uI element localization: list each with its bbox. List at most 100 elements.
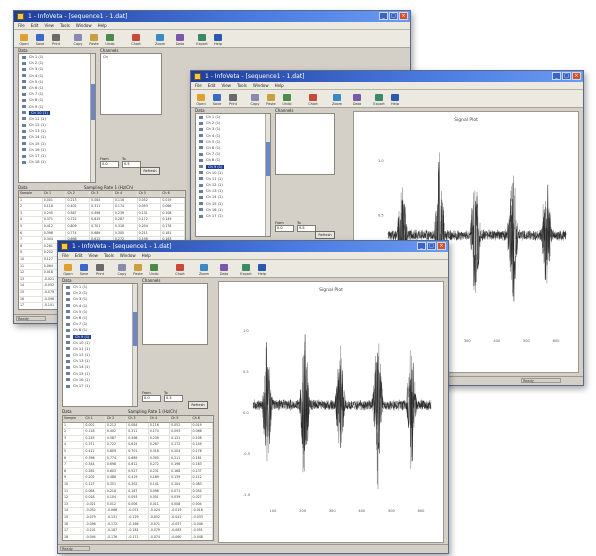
tree-item[interactable]: Ch 17 (1) <box>63 383 137 389</box>
minimize-button[interactable]: _ <box>417 242 426 250</box>
table-row[interactable]: 110.0640.2160.1870.0960.0710.054 <box>63 488 213 496</box>
table-row[interactable]: 120.0180.1040.0930.0510.0390.027 <box>63 495 213 502</box>
menu-help[interactable]: Help <box>98 22 107 29</box>
channel-tree[interactable]: Ch 1 (1) Ch 2 (1) Ch 3 (1) Ch 4 (1) Ch 5 (1)… <box>62 283 138 407</box>
table-row[interactable]: 17-0.101-0.187-0.181-0.079-0.063-0.051 <box>63 528 213 535</box>
toolbar-export-button[interactable]: Export <box>195 34 209 46</box>
signal-chart[interactable]: Signal Plot 1.0 0.5 0.0 -0.5 -1.0 100 200 300 40… <box>218 281 444 543</box>
column-header[interactable]: Ch 4 <box>114 191 138 197</box>
to-input[interactable]: 0.5 <box>122 161 141 168</box>
minimize-button[interactable]: _ <box>552 72 561 80</box>
column-header[interactable]: Sample <box>63 416 85 422</box>
toolbar-save-button[interactable]: Save <box>77 264 91 276</box>
tree-scrollbar[interactable] <box>265 114 270 236</box>
table-row[interactable]: 1 0.001 0.213 0.084 0.116 0.052 0.019 <box>63 422 213 430</box>
toolbar-undo-button[interactable]: Undo <box>280 94 294 106</box>
maximize-button[interactable]: □ <box>427 242 436 250</box>
menu-view[interactable]: View <box>221 82 231 89</box>
tree-scrollbar[interactable] <box>132 284 137 406</box>
menu-tools[interactable]: Tools <box>104 252 114 259</box>
channel-tree[interactable]: Ch 1 (1) Ch 2 (1) Ch 3 (1) Ch 4 (1) Ch 5 (1)… <box>195 113 271 237</box>
table-row[interactable]: 3 0.245 0.587 0.498 0.239 0.131 0.108 <box>19 210 185 218</box>
channels-list[interactable] <box>275 113 335 175</box>
title-bar[interactable]: 1 - InfoVeta - [sequence1 - 1.dat] _ □ × <box>14 11 410 22</box>
toolbar-chart-button[interactable]: Chart <box>125 34 147 46</box>
toolbar-zoom-button[interactable]: Zoom <box>149 34 171 46</box>
toolbar-paste-button[interactable]: Paste <box>264 94 278 106</box>
toolbar-zoom-button[interactable]: Zoom <box>326 94 348 106</box>
toolbar-print-button[interactable]: Print <box>226 94 240 106</box>
column-header[interactable]: Ch 4 <box>149 416 171 422</box>
menu-edit[interactable]: Edit <box>75 252 83 259</box>
menu-tools[interactable]: Tools <box>60 22 70 29</box>
maximize-button[interactable]: □ <box>562 72 571 80</box>
column-header[interactable]: Ch 2 <box>106 416 128 422</box>
toolbar-undo-button[interactable]: Undo <box>147 264 161 276</box>
menu-edit[interactable]: Edit <box>31 22 39 29</box>
to-input[interactable]: 0.5 <box>297 225 316 232</box>
column-header[interactable]: Ch 1 <box>84 416 106 422</box>
tree-scrollbar[interactable] <box>90 54 95 182</box>
table-row[interactable]: 4 0.371 0.722 0.615 0.287 0.172 0.149 <box>19 217 185 224</box>
toolbar-paste-button[interactable]: Paste <box>131 264 145 276</box>
table-row[interactable]: 100.1270.3510.3020.1410.1040.083 <box>63 481 213 489</box>
column-header[interactable]: Ch 5 <box>170 416 192 422</box>
toolbar-chart-button[interactable]: Chart <box>169 264 191 276</box>
menu-help[interactable]: Help <box>142 252 151 259</box>
toolbar-save-button[interactable]: Save <box>33 34 47 46</box>
to-input[interactable]: 0.5 <box>164 395 183 402</box>
menu-view[interactable]: View <box>44 22 54 29</box>
scroll-thumb[interactable] <box>91 84 95 120</box>
refresh-button[interactable]: Refresh <box>140 167 160 175</box>
toolbar-data-button[interactable]: Data <box>350 94 364 106</box>
table-row[interactable]: 4 0.371 0.722 0.615 0.287 0.172 0.149 <box>63 442 213 449</box>
table-row[interactable]: 1 0.001 0.213 0.084 0.116 0.052 0.019 <box>19 197 185 205</box>
toolbar-chart-button[interactable]: Chart <box>302 94 324 106</box>
menu-view[interactable]: View <box>88 252 98 259</box>
menu-file[interactable]: File <box>62 252 69 259</box>
menu-help[interactable]: Help <box>275 82 284 89</box>
toolbar-help-button[interactable]: Help <box>388 94 402 106</box>
from-input[interactable]: 0.0 <box>275 225 294 232</box>
toolbar-copy-button[interactable]: Copy <box>71 34 85 46</box>
tree-item[interactable]: Ch 17 (1) <box>196 213 270 219</box>
toolbar-export-button[interactable]: Export <box>239 264 253 276</box>
menu-window[interactable]: Window <box>120 252 136 259</box>
refresh-button[interactable]: Refresh <box>315 231 335 239</box>
column-header[interactable]: Sample <box>19 191 43 197</box>
title-bar[interactable]: 1 - InfoVeta - [sequence1 - 1.dat] _ □ × <box>191 71 583 82</box>
column-header[interactable]: Ch 3 <box>90 191 114 197</box>
toolbar-data-button[interactable]: Data <box>173 34 187 46</box>
tree-item[interactable]: Ch 18 (1) <box>19 159 95 165</box>
channels-list[interactable]: Ch <box>100 53 162 115</box>
table-row[interactable]: 5 0.412 0.809 0.701 0.318 0.204 0.176 <box>19 223 185 231</box>
minimize-button[interactable]: _ <box>379 12 388 20</box>
maximize-button[interactable]: □ <box>389 12 398 20</box>
toolbar-open-button[interactable]: Open <box>17 34 31 46</box>
menu-window[interactable]: Window <box>76 22 92 29</box>
close-button[interactable]: × <box>437 242 446 250</box>
table-row[interactable]: 16-0.096-0.172-0.166-0.071-0.057-0.046 <box>63 521 213 529</box>
menu-window[interactable]: Window <box>253 82 269 89</box>
column-header[interactable]: Ch 6 <box>161 191 185 197</box>
table-row[interactable]: 5 0.412 0.809 0.701 0.318 0.204 0.176 <box>63 448 213 456</box>
toolbar-data-button[interactable]: Data <box>217 264 231 276</box>
scroll-thumb[interactable] <box>266 142 270 176</box>
menu-file[interactable]: File <box>18 22 25 29</box>
toolbar-help-button[interactable]: Help <box>211 34 225 46</box>
toolbar-print-button[interactable]: Print <box>93 264 107 276</box>
from-input[interactable]: 0.0 <box>100 161 119 168</box>
table-row[interactable]: 15-0.079-0.131-0.129-0.052-0.041-0.033 <box>63 514 213 522</box>
column-header[interactable]: Ch 2 <box>66 191 91 197</box>
toolbar-zoom-button[interactable]: Zoom <box>193 264 215 276</box>
table-row[interactable]: 18 -0.094 -0.176 -0.171 -0.074 -0.060 -0.048 <box>63 534 213 540</box>
from-input[interactable]: 0.0 <box>142 395 161 402</box>
table-row[interactable]: 90.2020.4860.4190.1890.1390.112 <box>63 475 213 482</box>
menu-edit[interactable]: Edit <box>208 82 216 89</box>
column-header[interactable]: Ch 3 <box>127 416 149 422</box>
toolbar-open-button[interactable]: Open <box>61 264 75 276</box>
toolbar-open-button[interactable]: Open <box>194 94 208 106</box>
table-row[interactable]: 2 0.118 0.402 0.311 0.174 0.093 0.066 <box>63 429 213 436</box>
table-row[interactable]: 6 0.398 0.774 0.689 0.305 0.211 0.181 <box>19 230 185 238</box>
close-button[interactable]: × <box>572 72 581 80</box>
